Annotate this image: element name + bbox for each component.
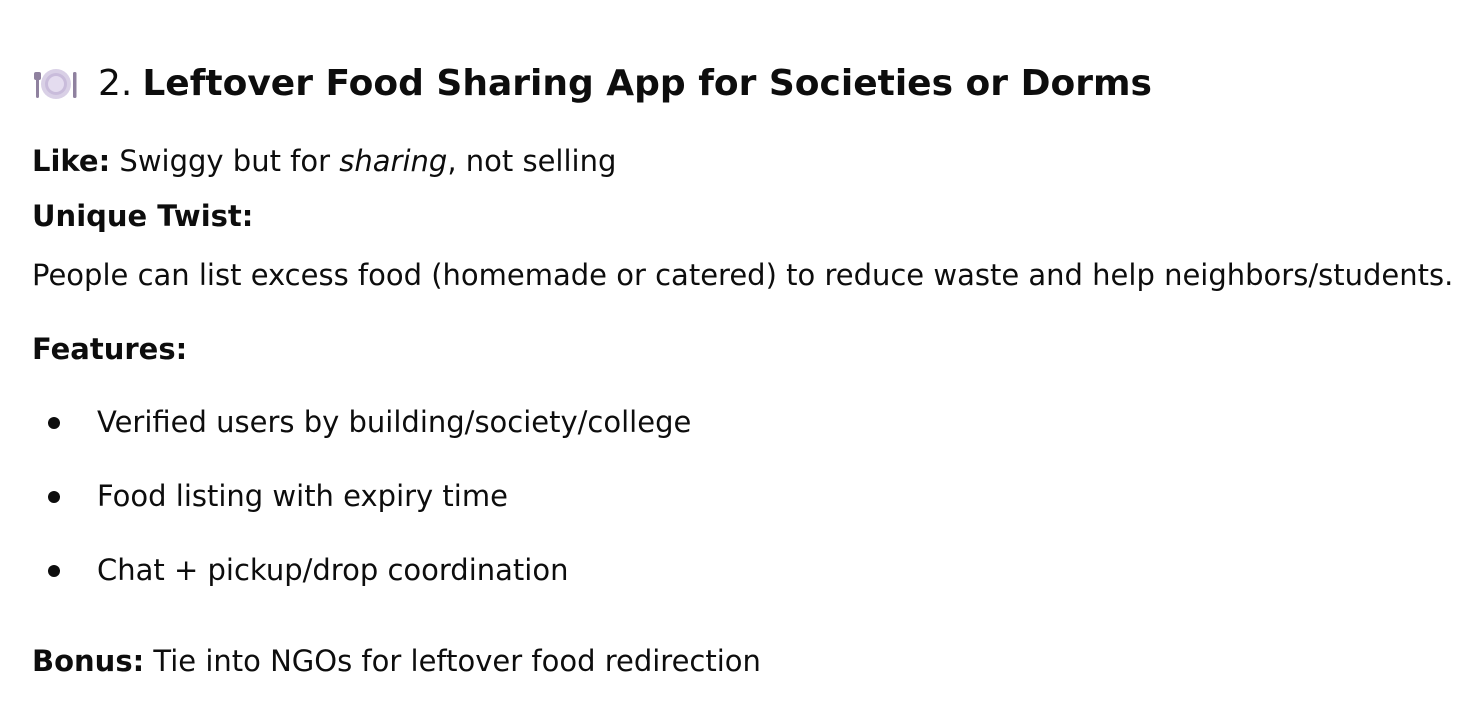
plate-with-cutlery-icon	[32, 64, 80, 104]
bullet-dot	[48, 565, 60, 577]
unique-twist-text: People can list excess food (homemade or…	[32, 258, 1454, 292]
bullet-dot	[48, 417, 60, 429]
like-emphasis: sharing	[339, 144, 448, 178]
section-title: Leftover Food Sharing App for Societies …	[142, 63, 1152, 104]
like-text-after: , not selling	[447, 144, 617, 178]
bonus-line: Bonus: Tie into NGOs for leftover food r…	[32, 641, 761, 681]
section-number: 2.	[98, 63, 133, 104]
feature-text: Chat + pickup/drop coordination	[97, 553, 569, 587]
bonus-label: Bonus:	[32, 644, 145, 678]
bonus-text: Tie into NGOs for leftover food redirect…	[144, 644, 761, 678]
unique-twist-label: Unique Twist:	[32, 199, 254, 233]
like-label: Like:	[32, 144, 111, 178]
feature-text: Food listing with expiry time	[97, 479, 508, 513]
bullet-dot	[48, 491, 60, 503]
section-heading: 2. Leftover Food Sharing App for Societi…	[32, 58, 1152, 110]
like-text-before: Swiggy but for	[110, 144, 340, 178]
like-line: Like: Swiggy but for sharing, not sellin…	[32, 141, 616, 181]
features-label: Features:	[32, 332, 188, 366]
feature-text: Verified users by building/society/colle…	[97, 405, 692, 439]
